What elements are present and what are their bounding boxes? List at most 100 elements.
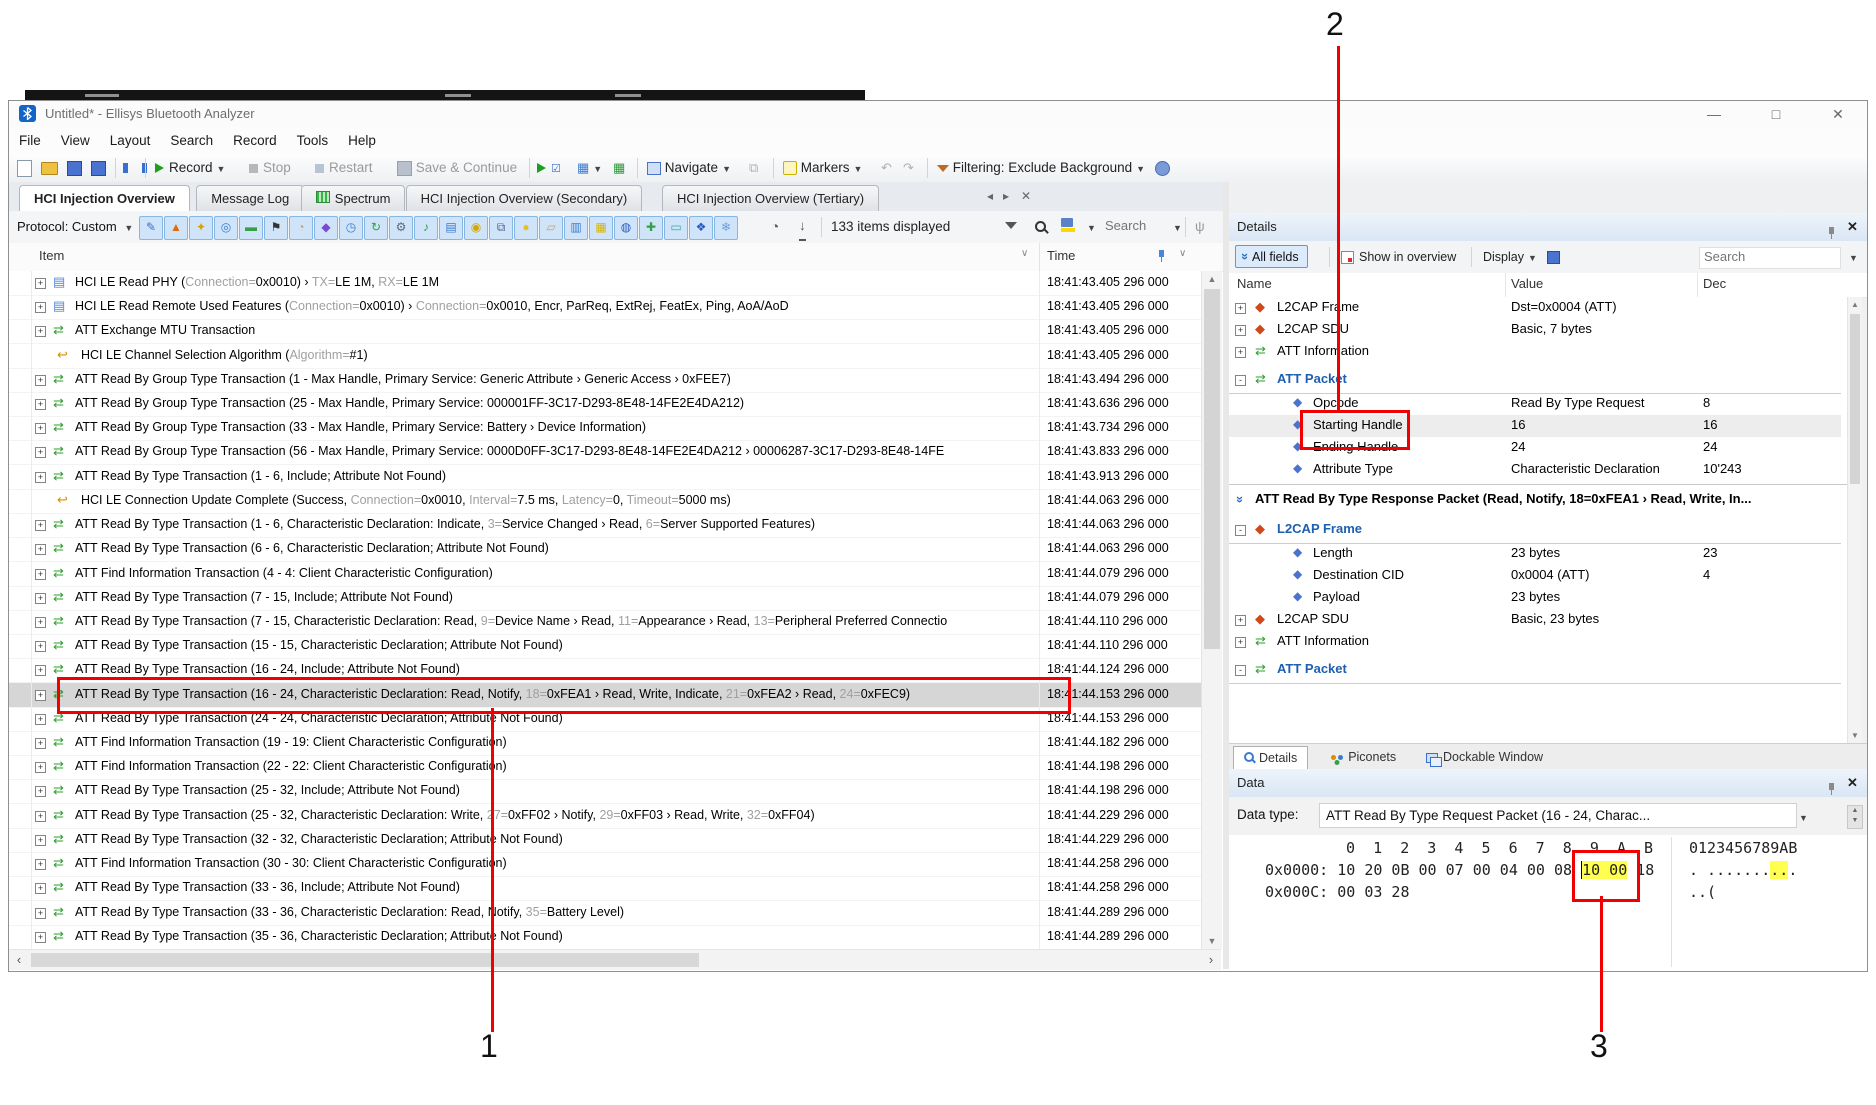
record-options-button[interactable]: ☑ <box>537 154 561 182</box>
tools-icon[interactable]: ⚙ <box>389 216 413 240</box>
horizontal-scrollbar-thumb[interactable] <box>31 953 699 967</box>
menu-item-tools[interactable]: Tools <box>287 127 339 154</box>
tab-close-icon[interactable]: ✕ <box>1021 189 1031 203</box>
quick-search-input[interactable] <box>1103 217 1167 237</box>
data-type-select[interactable]: ATT Read By Type Request Packet (16 - 24… <box>1319 803 1797 828</box>
menu-item-record[interactable]: Record <box>223 127 287 154</box>
show-in-overview-button[interactable]: Show in overview <box>1341 241 1456 273</box>
column-header-time[interactable]: Time <box>1047 248 1075 263</box>
navigate-extra-button[interactable]: ⧉ <box>749 154 758 182</box>
tab-1[interactable]: HCI Injection Overview <box>19 185 190 211</box>
details-row[interactable]: ◆Attribute TypeCharacteristic Declaratio… <box>1229 459 1841 481</box>
export-details-button[interactable] <box>1547 241 1560 273</box>
details-row[interactable]: -⇄ATT Packet <box>1229 659 1841 684</box>
tab-5[interactable]: HCI Injection Overview (Tertiary) <box>662 185 879 211</box>
table-row[interactable]: ↩HCI LE Channel Selection Algorithm (Alg… <box>9 344 1201 369</box>
gold-bag-icon[interactable]: ◉ <box>464 216 488 240</box>
save-all-button[interactable] <box>91 154 106 182</box>
details-search-input[interactable] <box>1699 247 1841 269</box>
pill-icon[interactable]: ▬ <box>239 216 263 240</box>
expand-icon[interactable]: + <box>35 593 46 604</box>
expand-icon[interactable]: + <box>35 617 46 628</box>
calendar-icon[interactable]: ▦ <box>589 216 613 240</box>
expand-icon[interactable]: + <box>35 883 46 894</box>
menu-item-file[interactable]: File <box>9 127 51 154</box>
minimize-button[interactable]: — <box>1697 103 1731 125</box>
expand-icon[interactable]: + <box>1235 347 1246 358</box>
expand-icon[interactable]: + <box>1235 615 1246 626</box>
magnifier-icon[interactable]: ◎ <box>214 216 238 240</box>
table-row[interactable]: +⇄ATT Find Information Transaction (30 -… <box>9 852 1201 877</box>
table-row[interactable]: +⇄ATT Read By Type Transaction (33 - 36,… <box>9 901 1201 926</box>
tab-2[interactable]: Message Log <box>196 185 304 211</box>
menu-item-view[interactable]: View <box>51 127 100 154</box>
tab-scroll-right-icon[interactable]: ▸ <box>1003 189 1009 203</box>
prev-marker-button[interactable]: ↶ <box>881 154 892 182</box>
swirl-icon[interactable]: ↻ <box>364 216 388 240</box>
vertical-scrollbar[interactable]: ▲ ▼ <box>1201 271 1222 949</box>
highlight-dropdown-icon[interactable]: ▼ <box>1083 211 1096 244</box>
table-row[interactable]: +⇄ATT Find Information Transaction (4 - … <box>9 562 1201 587</box>
folder-icon[interactable]: ▱ <box>539 216 563 240</box>
table-row[interactable]: +⇄ATT Read By Type Transaction (33 - 36,… <box>9 876 1201 901</box>
display-button[interactable]: Display▼ <box>1483 241 1537 273</box>
coin-icon[interactable]: ● <box>514 216 538 240</box>
table-row[interactable]: +⇄ATT Read By Group Type Transaction (56… <box>9 440 1201 465</box>
cassette-icon[interactable]: ▤ <box>439 216 463 240</box>
restart-button[interactable]: Restart <box>315 154 373 182</box>
expand-icon[interactable]: + <box>35 447 46 458</box>
expand-icon[interactable]: + <box>1235 325 1246 336</box>
protocol-selector[interactable]: Protocol: Custom ▼ <box>17 211 133 244</box>
timer-icon[interactable]: ◷ <box>339 216 363 240</box>
expand-icon[interactable]: + <box>35 932 46 943</box>
expand-icon[interactable]: + <box>35 375 46 386</box>
table-row[interactable]: +⇄ATT Read By Type Transaction (7 - 15, … <box>9 610 1201 635</box>
data-spin-control[interactable]: ▲▼ <box>1847 805 1863 829</box>
expand-icon[interactable]: + <box>35 665 46 676</box>
chart-icon[interactable]: ▥ <box>564 216 588 240</box>
table-row[interactable]: +⇄ATT Read By Type Transaction (1 - 6, I… <box>9 465 1201 490</box>
set-button[interactable]: ▦▼ <box>577 154 602 182</box>
timing-icon[interactable]: ◔ <box>771 211 779 243</box>
maximize-button[interactable]: □ <box>1759 103 1793 125</box>
expand-icon[interactable]: + <box>35 399 46 410</box>
open-file-button[interactable] <box>41 154 58 182</box>
details-row[interactable]: +◆L2CAP FrameDst=0x0004 (ATT) <box>1229 297 1841 319</box>
details-scrollbar[interactable]: ▲ ▼ <box>1847 297 1862 743</box>
vertical-scrollbar-thumb[interactable] <box>1204 289 1220 649</box>
table-row[interactable]: +▤HCI LE Read PHY (Connection=0x0010) › … <box>9 271 1201 296</box>
dock-tab-details[interactable]: Details <box>1233 746 1308 770</box>
stop-button[interactable]: Stop <box>249 154 291 182</box>
details-col-dec[interactable]: Dec <box>1703 276 1726 291</box>
details-row[interactable]: +⇄ATT Information <box>1229 631 1841 653</box>
table-row[interactable]: +▤HCI LE Read Remote Used Features (Conn… <box>9 295 1201 320</box>
details-col-name[interactable]: Name <box>1237 276 1272 291</box>
column-header-item[interactable]: Item <box>39 248 64 263</box>
table-row[interactable]: +⇄ATT Find Information Transaction (19 -… <box>9 731 1201 756</box>
menu-item-help[interactable]: Help <box>338 127 386 154</box>
reset-button[interactable]: ▦ <box>613 154 625 182</box>
expand-icon[interactable]: + <box>35 423 46 434</box>
expand-icon[interactable]: + <box>35 641 46 652</box>
item-column-filter-icon[interactable]: ∨ <box>1021 248 1028 259</box>
details-scrollbar-thumb[interactable] <box>1850 314 1860 484</box>
all-fields-button[interactable]: » All fields <box>1235 245 1308 268</box>
new-file-button[interactable] <box>17 154 32 182</box>
expand-icon[interactable]: + <box>1235 637 1246 648</box>
music-note-icon[interactable]: ♪ <box>414 216 438 240</box>
expand-icon[interactable]: + <box>1235 303 1246 314</box>
dock-tab-piconets[interactable]: Piconets <box>1321 746 1406 769</box>
menu-item-search[interactable]: Search <box>160 127 223 154</box>
expand-icon[interactable]: + <box>35 835 46 846</box>
table-row[interactable]: +⇄ATT Find Information Transaction (22 -… <box>9 755 1201 780</box>
snowflake-icon[interactable]: ❄ <box>714 216 738 240</box>
table-row[interactable]: +⇄ATT Read By Type Transaction (1 - 6, C… <box>9 513 1201 538</box>
plus-icon[interactable]: ✚ <box>639 216 663 240</box>
expand-icon[interactable]: + <box>35 520 46 531</box>
dock-tab-dockable-window[interactable]: Dockable Window <box>1416 746 1553 769</box>
details-row[interactable]: ◆Destination CID0x0004 (ATT)4 <box>1229 565 1841 587</box>
time-column-filter-icon[interactable]: ∨ <box>1179 248 1186 259</box>
tab-scroll-left-icon[interactable]: ◂ <box>987 189 993 203</box>
table-row[interactable]: +⇄ATT Read By Group Type Transaction (25… <box>9 392 1201 417</box>
details-close-icon[interactable]: ✕ <box>1847 213 1858 241</box>
